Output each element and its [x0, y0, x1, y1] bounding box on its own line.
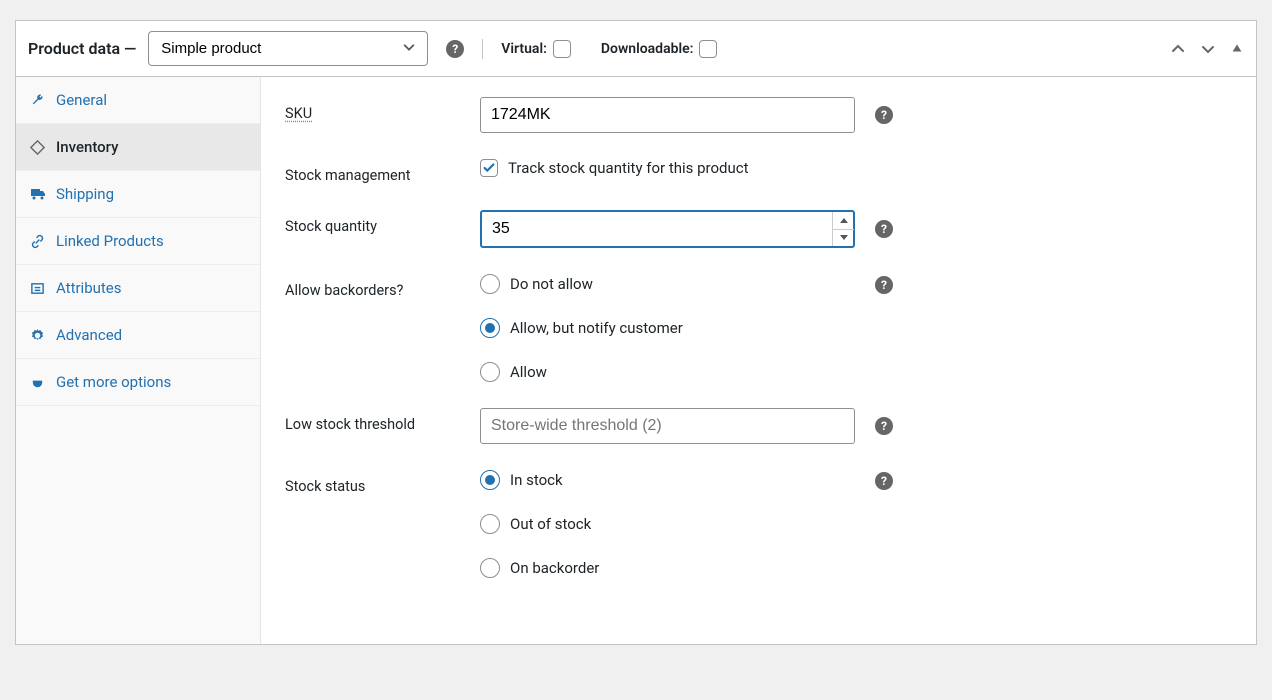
inventory-form: SKU ? Stock management Track stock quant… [261, 77, 1256, 644]
help-icon[interactable]: ? [446, 40, 464, 58]
stock-management-checkbox[interactable] [480, 159, 498, 177]
help-icon[interactable]: ? [875, 417, 893, 435]
stock-quantity-input[interactable] [480, 210, 855, 248]
radio-label: Allow [510, 363, 547, 381]
row-stock-status: Stock status In stock Out of stock [285, 470, 1232, 578]
row-stock-quantity: Stock quantity ? [285, 210, 1232, 248]
downloadable-checkbox[interactable] [699, 40, 717, 58]
backorder-option-allow[interactable]: Allow [480, 362, 855, 382]
radio-button [480, 514, 500, 534]
radio-label: Do not allow [510, 275, 593, 293]
radio-button [480, 558, 500, 578]
radio-button [480, 274, 500, 294]
product-data-panel: Product data — Simple product ? Virtual:… [15, 20, 1257, 645]
stock-status-out-of-stock[interactable]: Out of stock [480, 514, 855, 534]
product-type-select-wrap: Simple product [148, 31, 428, 66]
panel-title: Product data — [28, 39, 136, 58]
list-icon [30, 281, 46, 296]
tab-get-more-options[interactable]: Get more options [16, 359, 260, 406]
toggle-panel-icon[interactable] [1230, 41, 1244, 57]
tab-advanced[interactable]: Advanced [16, 312, 260, 359]
virtual-checkbox[interactable] [553, 40, 571, 58]
spinner-down[interactable] [833, 230, 854, 247]
divider [482, 39, 483, 59]
radio-button [480, 362, 500, 382]
row-low-stock-threshold: Low stock threshold ? [285, 408, 1232, 444]
tab-label: Linked Products [56, 232, 164, 250]
virtual-label: Virtual: [501, 41, 547, 57]
tab-label: Shipping [56, 185, 114, 203]
backorder-option-do-not-allow[interactable]: Do not allow [480, 274, 855, 294]
radio-button [480, 470, 500, 490]
low-stock-threshold-input[interactable] [480, 408, 855, 444]
panel-header: Product data — Simple product ? Virtual:… [16, 21, 1256, 77]
tab-general[interactable]: General [16, 77, 260, 124]
inventory-icon [30, 140, 46, 155]
sku-label: SKU [285, 97, 480, 122]
link-icon [30, 234, 46, 249]
tab-label: Advanced [56, 326, 122, 344]
move-up-icon[interactable] [1170, 41, 1186, 57]
downloadable-label: Downloadable: [601, 41, 694, 57]
tab-label: Inventory [56, 138, 118, 156]
radio-label: In stock [510, 471, 563, 489]
tab-label: Get more options [56, 373, 171, 391]
move-down-icon[interactable] [1200, 41, 1216, 57]
stock-status-on-backorder[interactable]: On backorder [480, 558, 855, 578]
radio-label: On backorder [510, 559, 599, 577]
radio-label: Out of stock [510, 515, 591, 533]
gear-icon [30, 328, 46, 343]
plug-icon [30, 375, 46, 390]
stock-management-label: Stock management [285, 159, 480, 184]
tab-linked-products[interactable]: Linked Products [16, 218, 260, 265]
virtual-checkbox-wrap: Virtual: [501, 40, 571, 58]
row-stock-management: Stock management Track stock quantity fo… [285, 159, 1232, 184]
downloadable-checkbox-wrap: Downloadable: [601, 40, 718, 58]
allow-backorders-label: Allow backorders? [285, 274, 480, 299]
radio-button [480, 318, 500, 338]
spinner-up[interactable] [833, 212, 854, 230]
stock-management-text: Track stock quantity for this product [508, 159, 749, 177]
row-allow-backorders: Allow backorders? Do not allow Allow, bu… [285, 274, 1232, 382]
backorder-option-allow-notify[interactable]: Allow, but notify customer [480, 318, 855, 338]
panel-body: General Inventory Shipping Linked Produc… [16, 77, 1256, 644]
stock-status-label: Stock status [285, 470, 480, 495]
tab-label: Attributes [56, 279, 122, 297]
stock-status-in-stock[interactable]: In stock [480, 470, 855, 490]
help-icon[interactable]: ? [875, 472, 893, 490]
tab-label: General [56, 91, 107, 109]
wrench-icon [30, 93, 46, 108]
tab-inventory[interactable]: Inventory [16, 124, 260, 171]
radio-label: Allow, but notify customer [510, 319, 683, 337]
truck-icon [30, 187, 46, 201]
help-icon[interactable]: ? [875, 220, 893, 238]
tab-shipping[interactable]: Shipping [16, 171, 260, 218]
row-sku: SKU ? [285, 97, 1232, 133]
product-type-select[interactable]: Simple product [148, 31, 428, 66]
stock-quantity-label: Stock quantity [285, 210, 480, 235]
low-stock-threshold-label: Low stock threshold [285, 408, 480, 433]
sku-input[interactable] [480, 97, 855, 133]
help-icon[interactable]: ? [875, 106, 893, 124]
sidebar-tabs: General Inventory Shipping Linked Produc… [16, 77, 261, 644]
tab-attributes[interactable]: Attributes [16, 265, 260, 312]
help-icon[interactable]: ? [875, 276, 893, 294]
number-spinner [832, 212, 854, 246]
